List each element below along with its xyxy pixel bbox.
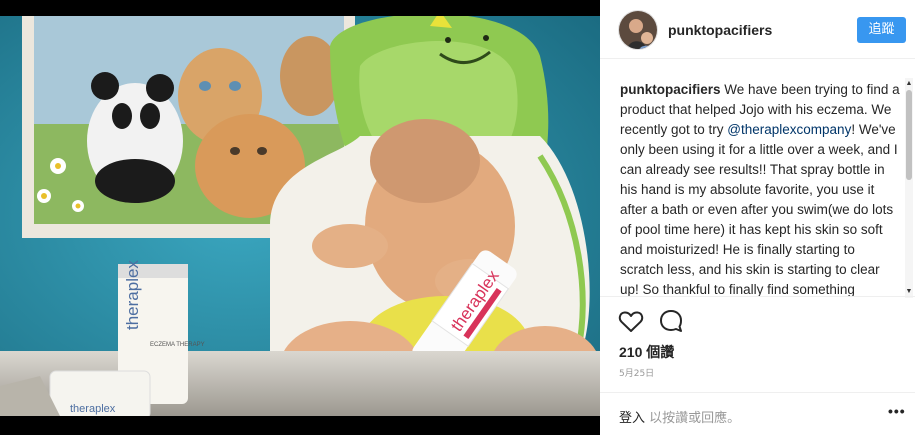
comment-icon[interactable] [657, 307, 685, 335]
scroll-down-arrow-icon[interactable]: ▼ [905, 288, 913, 296]
follow-button[interactable]: 追蹤 [857, 17, 906, 43]
login-link[interactable]: 登入 [619, 411, 645, 426]
tube-brand-label: theraplex [123, 260, 142, 330]
scroll-thumb[interactable] [906, 90, 912, 180]
avatar[interactable] [618, 10, 658, 50]
post-sidebar: punktopacifiers 追蹤 punktopacifiers We ha… [600, 0, 915, 435]
post-header: punktopacifiers 追蹤 [600, 0, 915, 59]
jar-brand-label: theraplex [70, 403, 116, 415]
caption-text-after: ! We've only been using it for a little … [620, 122, 898, 296]
login-prompt: 登入 以按讚或回應。 [619, 407, 740, 426]
caption-username[interactable]: punktopacifiers [620, 82, 721, 97]
more-options-icon[interactable]: ••• [888, 403, 906, 419]
heart-icon[interactable] [617, 307, 645, 335]
username-link[interactable]: punktopacifiers [668, 22, 772, 38]
post-photo-panel: theraplex theraplex ECZEMA THERAPY thera… [0, 0, 600, 435]
like-count[interactable]: 210 個讚 [619, 342, 674, 362]
tube-line-label: ECZEMA THERAPY [150, 342, 205, 348]
caption-mention-link[interactable]: @theraplexcompany [727, 122, 851, 137]
avatar-image [619, 11, 657, 49]
caption-area: punktopacifiers We have been trying to f… [620, 80, 900, 296]
caption-scrollbar[interactable]: ▲ ▼ [905, 78, 913, 298]
comment-login-row: 登入 以按讚或回應。 ••• [600, 392, 915, 436]
scroll-up-arrow-icon[interactable]: ▲ [905, 80, 913, 88]
post-actions [600, 296, 915, 343]
login-prompt-text: 以按讚或回應。 [645, 411, 741, 426]
post-photo[interactable]: theraplex theraplex ECZEMA THERAPY thera… [0, 16, 600, 416]
post-date[interactable]: 5月25日 [619, 366, 654, 379]
photo-illustration: theraplex theraplex ECZEMA THERAPY thera… [0, 16, 600, 416]
